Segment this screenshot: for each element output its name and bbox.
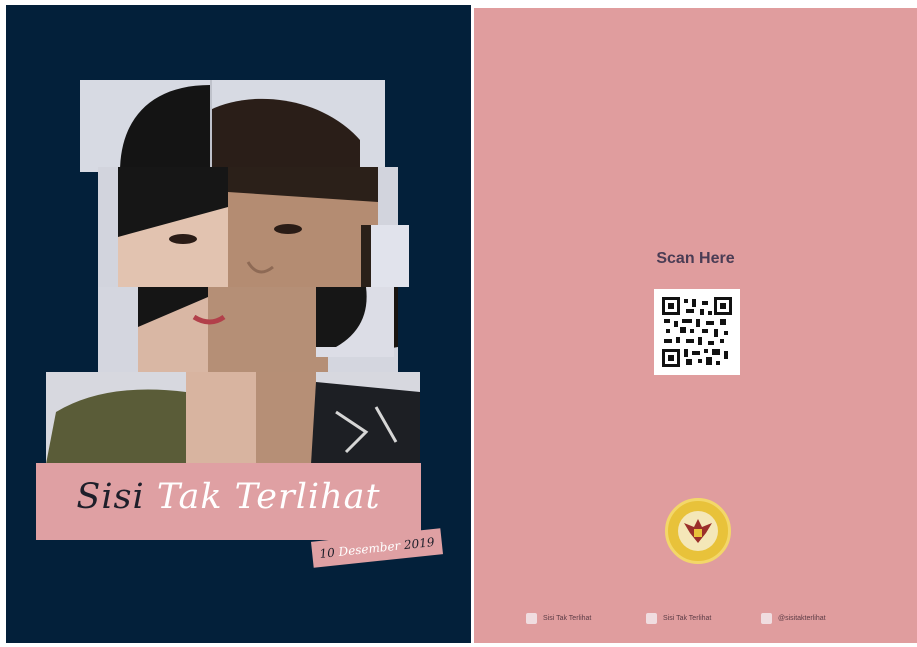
title-part-dark: Sisi	[76, 477, 145, 517]
title-part-light: Tak Terlihat	[156, 477, 381, 517]
poster-cover: Sisi Tak Terlihat 10 Desember 2019	[6, 5, 471, 643]
garuda-emblem-logo	[665, 498, 731, 564]
footer-facebook[interactable]: Sisi Tak Terlihat	[646, 612, 711, 626]
date-month: Desember	[337, 538, 401, 559]
instagram-icon	[761, 612, 772, 624]
collage-photo-shoulders	[46, 372, 420, 464]
youtube-icon	[526, 612, 537, 624]
footer-instagram[interactable]: @sisitakterlihat	[761, 612, 826, 626]
footer-label: Sisi Tak Terlihat	[663, 615, 712, 622]
poster-title: Sisi Tak Terlihat	[36, 477, 421, 517]
footer-label: Sisi Tak Terlihat	[543, 615, 592, 622]
qr-code-icon	[662, 297, 732, 367]
poster-back: Scan Here Sisi Tak Terlihat Sisi Tak Ter…	[474, 8, 917, 643]
date-day: 10	[318, 545, 336, 561]
collage-photo-top	[80, 80, 385, 172]
qr-code[interactable]	[654, 289, 740, 375]
eagle-emblem-icon	[678, 511, 718, 551]
scan-label: Scan Here	[656, 250, 735, 267]
collage-photo-hair	[316, 287, 394, 357]
footer-label: @sisitakterlihat	[778, 615, 826, 622]
social-footer: Sisi Tak Terlihat Sisi Tak Terlihat @sis…	[526, 612, 886, 626]
collage-photo-eyes	[98, 167, 398, 295]
collage-photo-side	[361, 225, 409, 287]
title-band: Sisi Tak Terlihat	[36, 463, 421, 540]
date-year: 2019	[403, 535, 436, 553]
facebook-icon	[646, 612, 657, 624]
footer-youtube[interactable]: Sisi Tak Terlihat	[526, 612, 591, 626]
